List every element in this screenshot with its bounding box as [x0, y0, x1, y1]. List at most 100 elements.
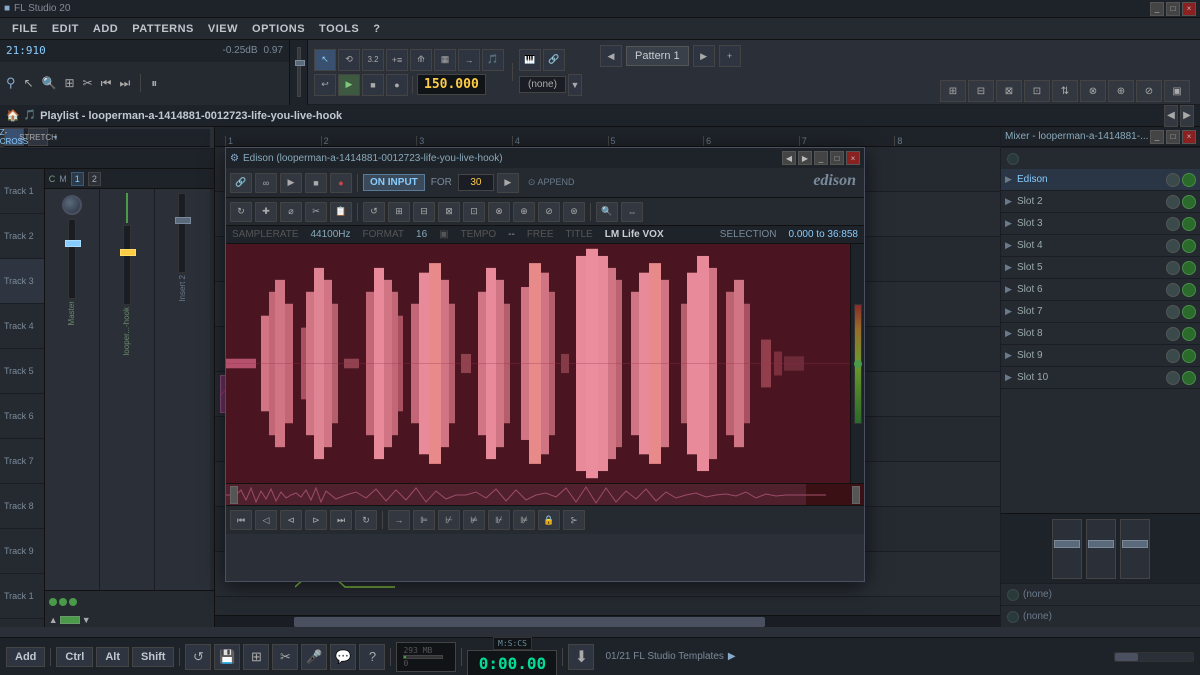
ed-bottom-back-btn[interactable]: ⏮ — [230, 510, 252, 530]
minimize-button[interactable]: _ — [1150, 2, 1164, 16]
cut-icon[interactable]: ✂ — [83, 76, 93, 90]
mixer-mute-slot4[interactable] — [1182, 239, 1196, 253]
mixer-mute-slot3[interactable] — [1182, 217, 1196, 231]
master-volume-slider[interactable] — [290, 40, 308, 105]
add-btn[interactable]: Add — [6, 647, 45, 667]
mixer-channel-slot4[interactable]: ▶ Slot 4 — [1001, 235, 1200, 257]
playlist-scrollbar[interactable] — [215, 615, 1000, 627]
loop-btn[interactable]: ⟰ — [410, 49, 432, 71]
project-next-btn[interactable]: ▶ — [728, 651, 736, 662]
insert1-fader-knob[interactable] — [120, 249, 136, 256]
loop-record-btn[interactable]: ⟲ — [338, 49, 360, 71]
cursor-icon[interactable]: ↖ — [24, 76, 34, 90]
track7-arrow-down[interactable]: ▼ — [82, 615, 91, 625]
tool2-btn[interactable]: ⊟ — [968, 80, 994, 102]
mixer-channel-slot10[interactable]: ▶ Slot 10 — [1001, 367, 1200, 389]
track6-active-dot3[interactable] — [69, 598, 77, 606]
mixer-channel-slot2[interactable]: ▶ Slot 2 — [1001, 191, 1200, 213]
edison-next-btn[interactable]: ▶ — [798, 151, 812, 165]
close-button[interactable]: × — [1182, 2, 1196, 16]
tool4-btn[interactable]: ⊡ — [1024, 80, 1050, 102]
ed-loop-btn[interactable]: ∞ — [255, 173, 277, 193]
mixer-solo-slot3[interactable] — [1166, 217, 1180, 231]
cut-tool-btn[interactable]: ✂ — [272, 644, 298, 670]
mixer-maximize-btn[interactable]: □ — [1166, 130, 1180, 144]
undo-btn[interactable]: ↺ — [185, 644, 211, 670]
menu-tools[interactable]: TOOLS — [313, 21, 365, 37]
edison-maximize-btn[interactable]: □ — [830, 151, 844, 165]
mixer-mute-slot10[interactable] — [1182, 371, 1196, 385]
piano-btn[interactable]: 🎹 — [519, 49, 541, 71]
record-btn[interactable]: ● — [386, 74, 408, 96]
none-dropdown[interactable]: (none) — [519, 76, 566, 93]
cursor-tool-btn[interactable]: ↖ — [314, 49, 336, 71]
playlist-scroll-left[interactable]: ◀ — [1164, 105, 1178, 127]
tool6-btn[interactable]: ⊗ — [1080, 80, 1106, 102]
channel-2-btn[interactable]: 2 — [88, 172, 101, 186]
save-btn[interactable]: 💾 — [214, 644, 240, 670]
record-audio-btn[interactable]: 🎤 — [301, 644, 327, 670]
ed-bottom-right-end-btn[interactable]: ⊱ — [563, 510, 585, 530]
mixer-mute-slot6[interactable] — [1182, 283, 1196, 297]
mixer-fader-knob-3[interactable] — [1122, 540, 1148, 548]
ed-link-btn[interactable]: 🔗 — [230, 173, 252, 193]
menu-patterns[interactable]: PATTERNS — [126, 21, 200, 37]
ed-bottom-loop-btn[interactable]: ↻ — [355, 510, 377, 530]
playlist-scroll-right[interactable]: ▶ — [1180, 105, 1194, 127]
ed-bottom-lock-btn[interactable]: 🔒 — [538, 510, 560, 530]
time-input[interactable] — [458, 174, 494, 191]
track6-active-dot[interactable] — [49, 598, 57, 606]
mixer-solo-slot5[interactable] — [1166, 261, 1180, 275]
rewind-icon[interactable]: ⏮ — [101, 76, 112, 91]
ed-fx9-btn[interactable]: ⊛ — [563, 202, 585, 222]
status-scrollbar[interactable] — [1114, 652, 1194, 662]
mixer-channel-slot7[interactable]: ▶ Slot 7 — [1001, 301, 1200, 323]
select-icon[interactable]: ⊞ — [65, 76, 75, 90]
alt-btn[interactable]: Alt — [96, 647, 129, 667]
time-arrow-btn[interactable]: ▶ — [497, 173, 519, 193]
ed-bottom-snap-btn[interactable]: ⊯ — [513, 510, 535, 530]
chat-btn[interactable]: 💬 — [330, 644, 356, 670]
zoom-icon[interactable]: 🔍 — [42, 76, 57, 90]
master-volume-knob[interactable] — [62, 195, 82, 215]
ed-bottom-forward-btn[interactable]: ⊳ — [305, 510, 327, 530]
mixer-solo-slot4[interactable] — [1166, 239, 1180, 253]
mixer-fader-knob-1[interactable] — [1054, 540, 1080, 548]
waveform-area[interactable] — [226, 244, 864, 484]
mixer-mute-slot9[interactable] — [1182, 349, 1196, 363]
ed-bottom-prev-btn[interactable]: ◁ — [255, 510, 277, 530]
track6-active-dot2[interactable] — [59, 598, 67, 606]
forward-icon[interactable]: ⏭ — [119, 76, 130, 91]
ed-bottom-wave-btn[interactable]: ⊮ — [488, 510, 510, 530]
title-bar-controls[interactable]: _ □ × — [1150, 2, 1196, 16]
ed-play-btn[interactable]: ▶ — [280, 173, 302, 193]
mixer-fader-1[interactable] — [1052, 519, 1082, 579]
track7-arrow-up[interactable]: ▲ — [49, 615, 58, 625]
ed-zoom-btn[interactable]: 🔍 — [596, 202, 618, 222]
mixer-fader-3[interactable] — [1120, 519, 1150, 579]
pattern-add-btn[interactable]: + — [719, 45, 741, 67]
mixer-close-btn[interactable]: × — [1182, 130, 1196, 144]
mixer-channel-slot6[interactable]: ▶ Slot 6 — [1001, 279, 1200, 301]
dropdown-arrow[interactable]: ▼ — [568, 74, 582, 96]
edison-titlebar[interactable]: ⚙ Edison (looperman-a-1414881-0012723-li… — [226, 148, 864, 168]
mixer-solo-edison[interactable] — [1166, 173, 1180, 187]
ed-bottom-rewind-btn[interactable]: ⊲ — [280, 510, 302, 530]
mixer-channel-slot9[interactable]: ▶ Slot 9 — [1001, 345, 1200, 367]
ed-fx1-btn[interactable]: ↺ — [363, 202, 385, 222]
edison-title-controls[interactable]: ◀ ▶ _ □ × — [782, 151, 860, 165]
pattern-name-btn[interactable]: Pattern 1 — [626, 46, 689, 66]
edison-minimize-btn[interactable]: _ — [814, 151, 828, 165]
mixer-solo-slot8[interactable] — [1166, 327, 1180, 341]
ed-trim-btn[interactable]: ⌀ — [280, 202, 302, 222]
bpm-display[interactable]: 150.000 — [417, 74, 486, 95]
mixer-solo-slot2[interactable] — [1166, 195, 1180, 209]
mixer-minimize-btn[interactable]: _ — [1150, 130, 1164, 144]
ed-fx2-btn[interactable]: ⊞ — [388, 202, 410, 222]
tool5-btn[interactable]: ⇅ — [1052, 80, 1078, 102]
ed-bottom-end-btn[interactable]: ⏭ — [330, 510, 352, 530]
stretch-tool[interactable]: STRETCH — [28, 128, 48, 146]
ed-fx5-btn[interactable]: ⊡ — [463, 202, 485, 222]
pattern-prev-btn[interactable]: ◀ — [600, 45, 622, 67]
tool3-btn[interactable]: ⊠ — [996, 80, 1022, 102]
